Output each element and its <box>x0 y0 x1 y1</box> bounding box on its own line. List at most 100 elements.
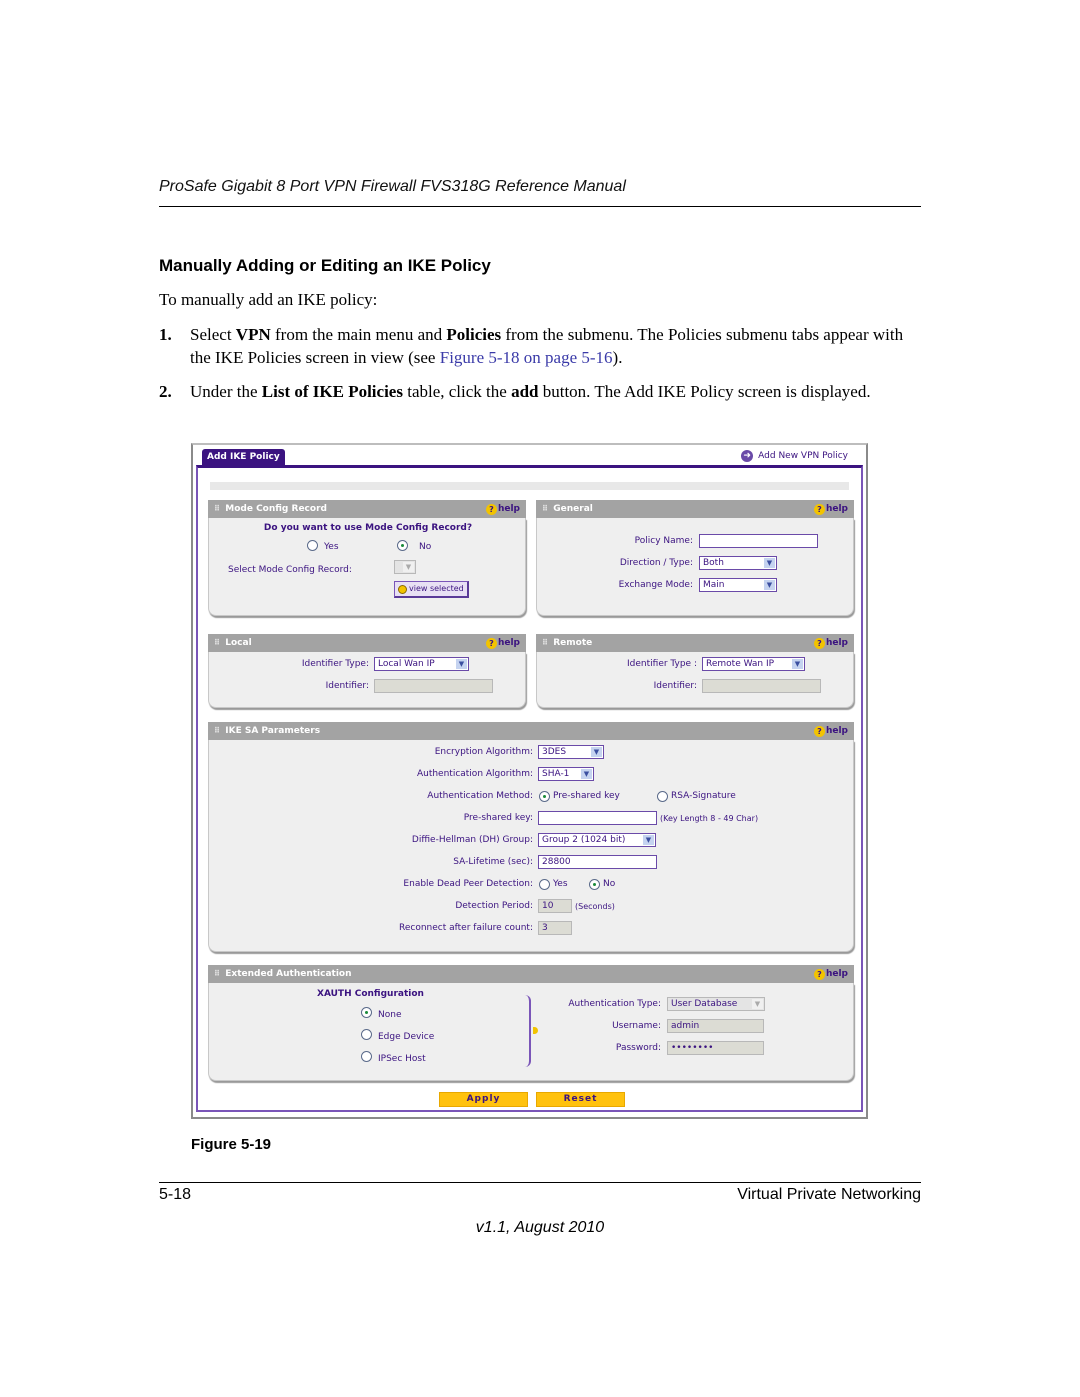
panel-title: Remote <box>553 638 593 648</box>
panel-header: ⠿ General ? help <box>536 500 854 518</box>
add-new-vpn-policy-link[interactable]: ➜ Add New VPN Policy <box>741 450 848 462</box>
chevron-down-icon: ▼ <box>764 580 775 590</box>
dead-peer-detection-label: Enable Dead Peer Detection: <box>403 879 533 889</box>
select-value: Main <box>703 580 725 590</box>
detection-period-input[interactable]: 10 <box>538 899 572 913</box>
panel-title: General <box>553 504 593 514</box>
general-panel: ⠿ General ? help Policy Name: Direction / … <box>536 500 854 616</box>
chevron-down-icon: ▼ <box>752 999 763 1009</box>
tab-add-ike-policy[interactable]: Add IKE Policy <box>202 449 285 466</box>
panel-header: ⠿ IKE SA Parameters ? help <box>208 722 854 740</box>
select-value: Both <box>703 558 724 568</box>
policy-name-input[interactable] <box>699 534 818 548</box>
chevron-down-icon: ▼ <box>643 835 654 845</box>
help-link[interactable]: ? help <box>813 500 848 518</box>
mode-config-no-radio[interactable] <box>397 540 408 551</box>
panel-title: Local <box>225 638 252 648</box>
authentication-type-select[interactable]: User Database ▼ <box>667 997 765 1011</box>
view-selected-button[interactable]: view selected <box>394 581 469 598</box>
pre-shared-key-input[interactable] <box>538 811 657 825</box>
apply-button[interactable]: Apply <box>439 1092 528 1107</box>
help-icon: ? <box>813 503 825 515</box>
xauth-edge-device-radio[interactable] <box>361 1029 372 1040</box>
help-label: help <box>825 638 848 648</box>
encryption-algorithm-select[interactable]: 3DES ▼ <box>538 745 604 759</box>
panel-header: ⠿ Extended Authentication ? help <box>208 965 854 983</box>
username-label: Username: <box>612 1021 661 1031</box>
panel-header: ⠿ Remote ? help <box>536 634 854 652</box>
key-length-hint: (Key Length 8 - 49 Char) <box>660 814 759 823</box>
chevron-down-icon: ▼ <box>456 659 467 669</box>
xauth-none-radio[interactable] <box>361 1007 372 1018</box>
username-input[interactable]: admin <box>667 1019 764 1033</box>
dh-group-select[interactable]: Group 2 (1024 bit) ▼ <box>538 833 656 847</box>
help-label: help <box>497 504 520 514</box>
local-identifier-type-select[interactable]: Local Wan IP ▼ <box>374 657 469 671</box>
reconnect-count-input[interactable]: 3 <box>538 921 572 935</box>
exchange-mode-select[interactable]: Main ▼ <box>699 578 777 592</box>
dpd-yes-radio[interactable] <box>539 879 550 890</box>
step-text: table, click the <box>402 382 512 401</box>
figure-caption: Figure 5-19 <box>191 1136 272 1153</box>
remote-identifier-input[interactable] <box>702 679 821 693</box>
select-value: User Database <box>671 999 738 1009</box>
figure-cross-reference-link[interactable]: Figure 5-18 on page 5-16 <box>440 348 613 367</box>
help-link[interactable]: ? help <box>813 722 848 740</box>
step-2: 2. Under the List of IKE Policies table,… <box>159 380 921 403</box>
direction-type-select[interactable]: Both ▼ <box>699 556 777 570</box>
step-bold: List of IKE Policies <box>261 382 403 401</box>
xauth-ipsec-host-radio[interactable] <box>361 1051 372 1062</box>
local-identifier-input[interactable] <box>374 679 493 693</box>
button-label: view selected <box>409 584 464 593</box>
help-link[interactable]: ? help <box>485 634 520 652</box>
mode-config-yes-radio[interactable] <box>307 540 318 551</box>
reset-button[interactable]: Reset <box>536 1092 625 1107</box>
radio-label: Yes <box>324 542 339 552</box>
help-link[interactable]: ? help <box>813 634 848 652</box>
help-label: help <box>497 638 520 648</box>
direction-type-label: Direction / Type: <box>619 558 693 568</box>
radio-label: No <box>419 542 432 552</box>
select-value: Group 2 (1024 bit) <box>542 835 626 845</box>
panel-header: ⠿ Mode Config Record ? help <box>208 500 526 518</box>
help-label: help <box>825 504 848 514</box>
pre-shared-key-label: Pre-shared key: <box>463 813 533 823</box>
chevron-down-icon: ▼ <box>792 659 803 669</box>
dpd-no-radio[interactable] <box>589 879 600 890</box>
identifier-type-label: Identifier Type : <box>627 659 697 669</box>
radio-label: Yes <box>553 879 568 889</box>
encryption-algorithm-label: Encryption Algorithm: <box>434 747 533 757</box>
brace-pointer-icon <box>533 1027 538 1034</box>
grip-icon: ⠿ <box>542 504 549 513</box>
help-link[interactable]: ? help <box>485 500 520 518</box>
panel-header: ⠿ Local ? help <box>208 634 526 652</box>
password-input[interactable]: •••••••• <box>667 1041 764 1055</box>
help-icon: ? <box>813 725 825 737</box>
mode-config-question: Do you want to use Mode Config Record? <box>263 523 473 533</box>
intro-text: To manually add an IKE policy: <box>159 290 378 309</box>
authentication-type-label: Authentication Type: <box>568 999 661 1009</box>
radio-label: Edge Device <box>378 1032 435 1042</box>
pre-shared-key-radio[interactable] <box>539 791 550 802</box>
mode-config-record-select[interactable]: ▼ <box>394 560 416 574</box>
chevron-down-icon: ▼ <box>581 769 592 779</box>
sa-lifetime-input[interactable]: 28800 <box>538 855 657 869</box>
select-mode-config-label: Select Mode Config Record: <box>228 565 352 575</box>
remote-identifier-type-select[interactable]: Remote Wan IP ▼ <box>702 657 805 671</box>
chevron-down-icon: ▼ <box>764 558 775 568</box>
dh-group-label: Diffie-Hellman (DH) Group: <box>411 835 533 845</box>
brace-connector <box>523 995 531 1067</box>
step-text: Select <box>190 325 236 344</box>
password-label: Password: <box>615 1043 661 1053</box>
help-label: help <box>825 726 848 736</box>
step-number: 2. <box>159 382 172 401</box>
help-link[interactable]: ? help <box>813 965 848 983</box>
rsa-signature-radio[interactable] <box>657 791 668 802</box>
chapter-title: Virtual Private Networking <box>737 1186 921 1203</box>
header-rule <box>159 206 921 207</box>
radio-label: RSA-Signature <box>671 791 736 801</box>
local-panel: ⠿ Local ? help Identifier Type: Local Wan … <box>208 634 526 708</box>
authentication-algorithm-select[interactable]: SHA-1 ▼ <box>538 767 594 781</box>
step-text: ). <box>612 348 623 367</box>
step-bold: VPN <box>235 325 271 344</box>
